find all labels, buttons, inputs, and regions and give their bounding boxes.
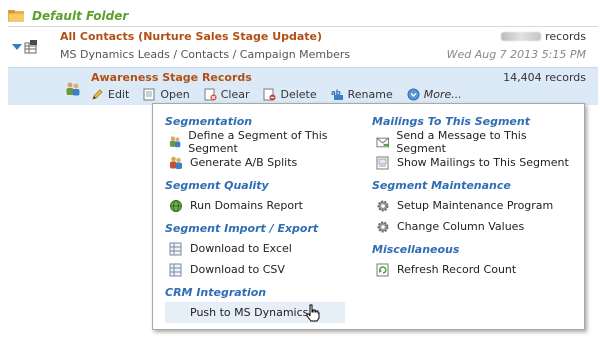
delete-label: Delete: [280, 88, 317, 101]
folder-title[interactable]: Default Folder: [32, 9, 128, 23]
spreadsheet-icon: [169, 263, 182, 276]
more-button[interactable]: More...: [407, 88, 462, 101]
menu-item-setup-maintenance[interactable]: Setup Maintenance Program: [372, 195, 572, 216]
globe-icon: [170, 199, 182, 212]
section-segment-quality: Segment Quality: [165, 179, 269, 192]
more-icon: [407, 88, 420, 101]
section-segment-import-export: Segment Import / Export: [165, 222, 319, 235]
menu-item-define-segment[interactable]: Define a Segment of This Segment: [165, 129, 357, 155]
list-record-count: records: [501, 30, 586, 43]
folder-header[interactable]: Default Folder: [8, 6, 128, 26]
menu-column-left: Segmentation Define a Segment of This Se…: [165, 113, 357, 323]
section-crm-integration: CRM Integration: [165, 286, 267, 299]
hand-cursor-icon: [306, 304, 320, 322]
folder-icon: [8, 10, 24, 22]
menu-item-change-column-values[interactable]: Change Column Values: [372, 216, 572, 237]
mail-list-icon: [376, 156, 389, 169]
segment-actions: Edit Open Clear Delete ab Rename More...: [91, 88, 476, 101]
refresh-icon: [376, 263, 389, 276]
edit-button[interactable]: Edit: [91, 88, 129, 101]
clear-label: Clear: [220, 88, 250, 101]
more-label: More...: [423, 88, 462, 101]
menu-item-show-mailings[interactable]: Show Mailings to This Segment: [372, 152, 572, 173]
section-segment-maintenance: Segment Maintenance: [372, 179, 511, 192]
people-icon: [169, 135, 181, 147]
gear-icon: [377, 200, 389, 211]
delete-icon: [263, 88, 276, 101]
expand-toggle[interactable]: [12, 40, 38, 54]
menu-item-download-excel[interactable]: Download to Excel: [165, 238, 357, 259]
section-miscellaneous: Miscellaneous: [372, 243, 460, 256]
send-mail-icon: [376, 137, 390, 148]
expand-triangle-icon[interactable]: [12, 44, 22, 50]
records-suffix: records: [545, 30, 586, 43]
list-path: MS Dynamics Leads / Contacts / Campaign …: [60, 48, 351, 61]
rename-label: Rename: [347, 88, 393, 101]
people-icon: [66, 82, 80, 96]
open-label: Open: [160, 88, 190, 101]
menu-item-download-csv[interactable]: Download to CSV: [165, 259, 357, 280]
clear-icon: [204, 88, 217, 101]
spreadsheet-icon: [169, 242, 182, 255]
list-row-all-contacts[interactable]: All Contacts (Nurture Sales Stage Update…: [8, 27, 598, 67]
blank-icon: [169, 306, 183, 320]
people-split-icon: [170, 156, 182, 169]
rename-button[interactable]: ab Rename: [331, 88, 393, 101]
list-title[interactable]: All Contacts (Nurture Sales Stage Update…: [60, 30, 322, 43]
list-date: Wed Aug 7 2013 5:15 PM: [446, 48, 586, 61]
delete-button[interactable]: Delete: [263, 88, 317, 101]
list-grid-icon: [24, 40, 37, 54]
menu-column-right: Mailings To This Segment Send a Message …: [372, 113, 572, 280]
more-dropdown-menu: Segmentation Define a Segment of This Se…: [152, 103, 585, 330]
rename-icon: ab: [331, 89, 343, 100]
clear-button[interactable]: Clear: [204, 88, 250, 101]
redacted-count: [501, 32, 542, 41]
segment-row[interactable]: Awareness Stage Records 14,404 records E…: [8, 67, 598, 105]
menu-item-refresh-record-count[interactable]: Refresh Record Count: [372, 259, 572, 280]
segment-title[interactable]: Awareness Stage Records: [91, 71, 252, 84]
gear-icon: [377, 221, 389, 232]
edit-label: Edit: [108, 88, 130, 101]
menu-item-generate-ab-splits[interactable]: Generate A/B Splits: [165, 152, 357, 173]
open-icon: [143, 88, 155, 101]
pencil-icon: [92, 89, 103, 100]
segment-record-count: 14,404 records: [503, 71, 586, 84]
menu-item-send-message[interactable]: Send a Message to This Segment: [372, 129, 572, 155]
open-button[interactable]: Open: [143, 88, 190, 101]
menu-item-run-domains-report[interactable]: Run Domains Report: [165, 195, 357, 216]
